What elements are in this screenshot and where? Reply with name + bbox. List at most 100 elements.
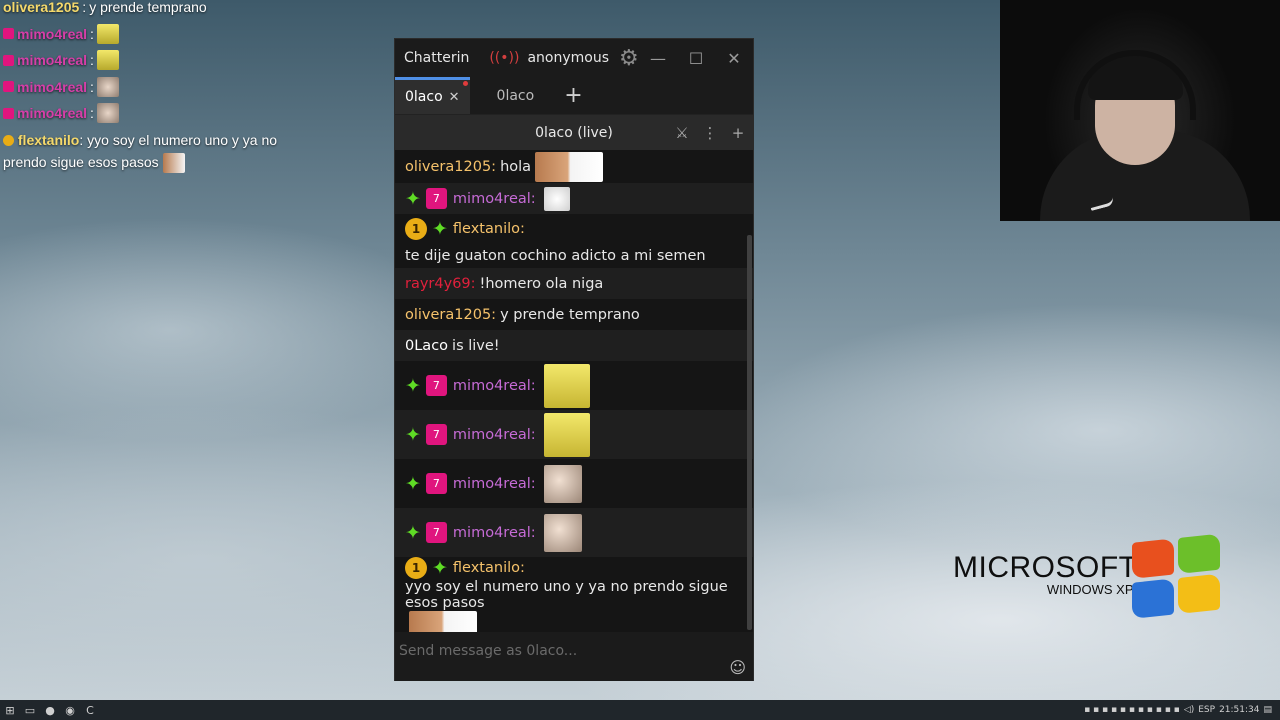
emoji-icon[interactable]: ☺ — [729, 658, 746, 677]
maximize-button[interactable]: ☐ — [677, 49, 715, 68]
chat-username[interactable]: 0Laco — [405, 338, 448, 354]
flag-blue — [1132, 578, 1174, 619]
overlay-line: flextanilo: yyo soy el numero uno y ya n… — [3, 129, 313, 173]
chat-username[interactable]: mimo4real: — [453, 191, 536, 207]
sparkle-badge-icon[interactable]: ✦ — [405, 522, 421, 544]
chat-message[interactable]: 0Laco is live! — [395, 330, 753, 361]
overlay-line: mimo4real: — [3, 74, 313, 101]
discord-icon[interactable]: ● — [40, 704, 60, 717]
add-split-icon[interactable]: + — [729, 124, 747, 142]
obs-icon[interactable]: ◉ — [60, 704, 80, 717]
tray-icons[interactable]: ▪ ▪ ▪ ▪ ▪ ▪ ▪ ▪ ▪ ▪ ▪ — [1084, 705, 1180, 715]
chat-username[interactable]: mimo4real: — [453, 525, 536, 541]
chat-username[interactable]: flextanilo: — [453, 560, 525, 576]
chat-text: yyo soy el numero uno y ya no prendo sig… — [405, 579, 733, 611]
clock[interactable]: 21:51:34 — [1219, 705, 1259, 715]
tab-0laco[interactable]: 0laco — [470, 77, 555, 114]
account-name[interactable]: anonymous — [527, 50, 609, 66]
sparkle-badge-icon[interactable]: ✦ — [405, 424, 421, 446]
vip-badge-icon — [3, 81, 14, 93]
chat-message[interactable]: ✦ 7 mimo4real: — [395, 361, 753, 410]
notifications-icon[interactable]: ▤ — [1263, 705, 1272, 715]
bro-cat-emote-icon[interactable] — [535, 151, 604, 182]
hamster-emote-icon[interactable] — [543, 464, 582, 503]
overlay-username: mimo4real — [17, 52, 88, 68]
chat-username[interactable]: flextanilo: — [453, 221, 525, 237]
moderation-sword-icon[interactable]: ⚔ — [673, 124, 691, 142]
flag-yellow — [1178, 573, 1220, 614]
chat-message[interactable]: rayr4y69: !homero ola niga — [395, 268, 753, 299]
chat-message[interactable]: olivera1205: hola — [395, 150, 753, 183]
white-cat-emote-icon[interactable] — [543, 186, 570, 211]
app-title: Chatterin — [404, 50, 470, 66]
scrollbar[interactable] — [747, 235, 752, 630]
webcam-feed — [1000, 0, 1280, 221]
overlay-line: mimo4real: — [3, 21, 313, 48]
overlay-username: flextanilo — [17, 131, 80, 148]
message-input[interactable] — [395, 634, 753, 668]
title-bar[interactable]: Chatterin ((•)) anonymous ⚙ — ☐ ✕ — [395, 39, 753, 77]
file-explorer-icon[interactable]: ▭ — [20, 704, 40, 717]
chat-text: !homero ola niga — [479, 275, 604, 292]
vip-badge-icon — [3, 107, 14, 119]
overlay-username: mimo4real — [17, 105, 88, 121]
vip-badge-icon[interactable]: 7 — [425, 188, 447, 209]
sponge-emote-icon[interactable] — [543, 412, 590, 457]
sparkle-badge-icon[interactable]: ✦ — [405, 188, 421, 210]
chat-username[interactable]: mimo4real: — [453, 378, 536, 394]
chat-username[interactable]: olivera1205: — [405, 307, 496, 323]
chat-message[interactable]: 1 ✦ flextanilo: te dije guaton cochino adic… — [395, 214, 753, 268]
live-broadcast-icon[interactable]: ((•)) — [489, 50, 519, 66]
flag-red — [1132, 538, 1174, 579]
sparkle-badge-icon[interactable]: ✦ — [432, 218, 448, 240]
close-tab-icon[interactable]: ✕ — [449, 90, 460, 105]
minimize-button[interactable]: — — [639, 49, 677, 68]
message-list[interactable]: olivera1205: hola ✦ 7 mimo4real: 1 ✦ flextanilo… — [395, 150, 753, 632]
sparkle-badge-icon[interactable]: ✦ — [405, 375, 421, 397]
gold-badge-icon[interactable]: 1 — [405, 557, 427, 579]
flag-green — [1178, 533, 1220, 574]
chat-username[interactable]: mimo4real: — [453, 476, 536, 492]
chat-text: hola — [500, 158, 532, 175]
hamster-emote-icon[interactable] — [543, 513, 582, 552]
chat-message[interactable]: olivera1205: y prende temprano — [395, 299, 753, 330]
gear-icon[interactable]: ⚙ — [619, 46, 639, 71]
chat-username[interactable]: mimo4real: — [453, 427, 536, 443]
window-controls: — ☐ ✕ — [639, 49, 753, 68]
headset-icon — [1074, 50, 1196, 120]
chat-text: is live! — [452, 337, 500, 354]
chat-message[interactable]: 1 ✦ flextanilo: yyo soy el numero uno y ya … — [395, 557, 753, 632]
sparkle-badge-icon[interactable]: ✦ — [432, 557, 448, 579]
chatterino-window: Chatterin ((•)) anonymous ⚙ — ☐ ✕ 0laco … — [394, 38, 754, 681]
sponge-emote-icon[interactable] — [543, 363, 590, 408]
add-tab-button[interactable]: + — [554, 77, 592, 114]
more-options-icon[interactable]: ⋮ — [701, 124, 719, 142]
chat-username[interactable]: olivera1205: — [405, 159, 496, 175]
chatterino-icon[interactable]: C — [80, 704, 100, 717]
start-button-icon[interactable]: ⊞ — [0, 704, 20, 717]
gold-badge-icon[interactable]: 1 — [405, 218, 427, 240]
chat-message[interactable]: ✦ 7 mimo4real: — [395, 508, 753, 557]
language-indicator[interactable]: ESP — [1198, 705, 1215, 715]
vip-badge-icon[interactable]: 7 — [425, 522, 447, 543]
tab-bar: 0laco ✕ 0laco + — [395, 77, 753, 114]
microsoft-text: MICROSOFT — [953, 551, 1138, 584]
tab-label: 0laco — [496, 87, 535, 104]
close-button[interactable]: ✕ — [715, 49, 753, 68]
vip-badge-icon[interactable]: 7 — [425, 375, 447, 396]
split-tools: ⚔ ⋮ + — [673, 124, 753, 142]
bro-cat-emote-icon[interactable] — [409, 611, 477, 632]
system-tray: ▪ ▪ ▪ ▪ ▪ ▪ ▪ ▪ ▪ ▪ ▪ ◁) ESP 21:51:34 ▤ — [1084, 705, 1280, 715]
windows-xp-wordmark: MICROSOFT WINDOWS XP — [953, 551, 1138, 597]
overlay-username: mimo4real — [17, 78, 88, 95]
sparkle-badge-icon[interactable]: ✦ — [405, 473, 421, 495]
vip-badge-icon[interactable]: 7 — [425, 473, 447, 494]
tab-0laco-active[interactable]: 0laco ✕ — [395, 77, 470, 114]
taskbar: ⊞ ▭ ● ◉ C ▪ ▪ ▪ ▪ ▪ ▪ ▪ ▪ ▪ ▪ ▪ ◁) ESP 2… — [0, 700, 1280, 720]
chat-message[interactable]: ✦ 7 mimo4real: — [395, 183, 753, 214]
vip-badge-icon[interactable]: 7 — [425, 424, 447, 445]
chat-message[interactable]: ✦ 7 mimo4real: — [395, 410, 753, 459]
chat-username[interactable]: rayr4y69: — [405, 276, 476, 292]
volume-icon[interactable]: ◁) — [1184, 705, 1194, 715]
chat-message[interactable]: ✦ 7 mimo4real: — [395, 459, 753, 508]
